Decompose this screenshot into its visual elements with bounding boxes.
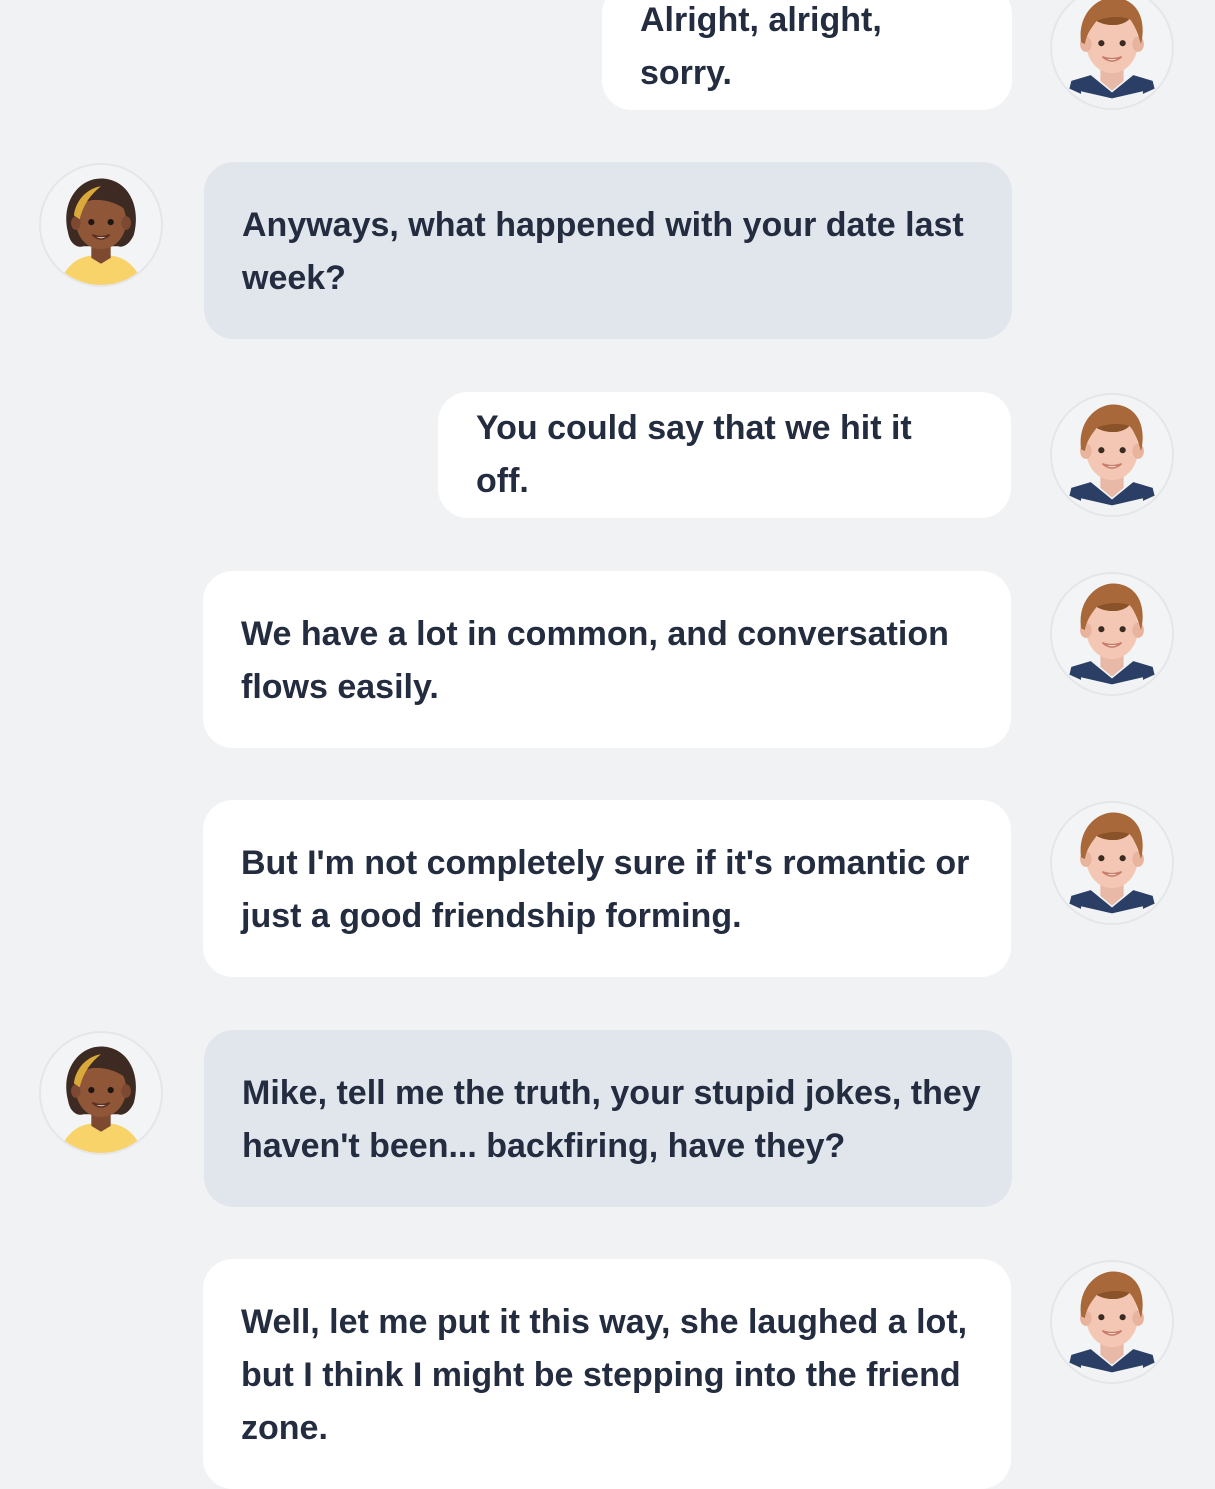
message-text: But I'm not completely sure if it's roma… (241, 844, 970, 935)
boy-avatar-icon (1050, 1260, 1174, 1384)
girl-avatar-icon (39, 1031, 163, 1155)
message-text: Alright, alright, sorry. (640, 1, 882, 92)
message-bubble-incoming: Mike, tell me the truth, your stupid jok… (204, 1030, 1012, 1207)
message-text: Well, let me put it this way, she laughe… (241, 1303, 968, 1447)
message-bubble-outgoing: We have a lot in common, and conversatio… (203, 571, 1011, 748)
boy-avatar-icon (1050, 393, 1174, 517)
boy-avatar-icon (1050, 0, 1174, 110)
message-bubble-incoming: Anyways, what happened with your date la… (204, 162, 1012, 339)
girl-avatar-icon (39, 163, 163, 287)
message-bubble-outgoing: Well, let me put it this way, she laughe… (203, 1259, 1011, 1489)
message-text: You could say that we hit it off. (476, 409, 912, 500)
boy-avatar-icon (1050, 801, 1174, 925)
message-bubble-outgoing: But I'm not completely sure if it's roma… (203, 800, 1011, 977)
message-text: We have a lot in common, and conversatio… (241, 615, 949, 706)
message-bubble-outgoing: Alright, alright, sorry. (602, 0, 1012, 110)
message-text: Mike, tell me the truth, your stupid jok… (242, 1074, 981, 1165)
message-bubble-outgoing: You could say that we hit it off. (438, 392, 1011, 518)
boy-avatar-icon (1050, 572, 1174, 696)
message-text: Anyways, what happened with your date la… (242, 206, 964, 297)
